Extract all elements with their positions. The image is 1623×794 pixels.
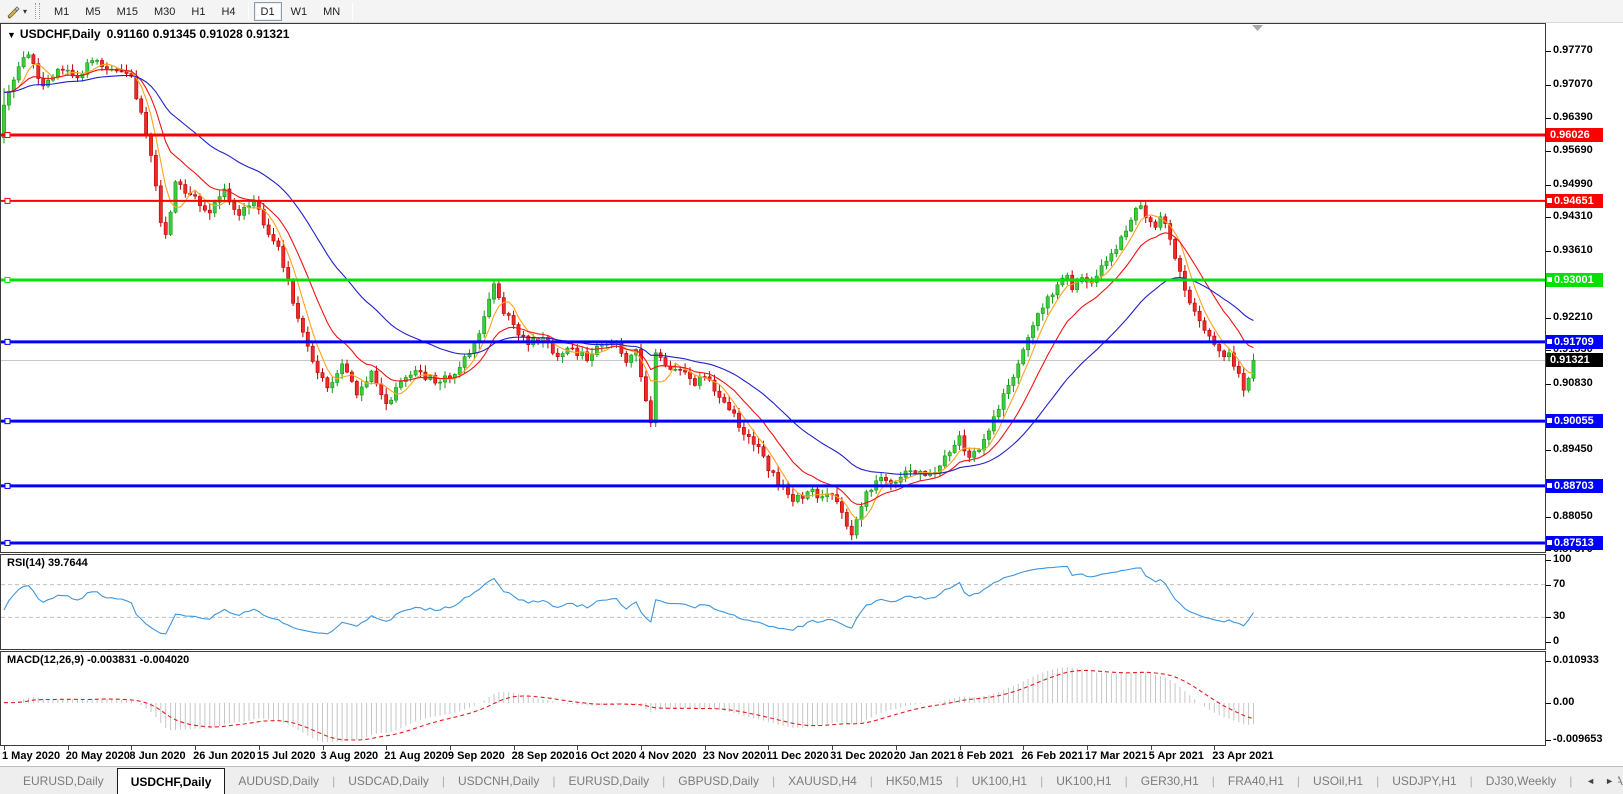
- timeframe-button-h4[interactable]: H4: [214, 2, 242, 21]
- tab-ger30-h1[interactable]: GER30,H1: [1128, 769, 1212, 793]
- date-label: 23 Nov 2020: [702, 750, 767, 762]
- chart-tabs: EURUSD,Daily USDCHF,Daily AUDUSD,Daily | USD…: [10, 767, 1623, 794]
- date-label: 20 Jan 2021: [893, 750, 956, 762]
- date-label: 3 Aug 2020: [320, 750, 379, 762]
- timeframe-button-m1[interactable]: M1: [47, 2, 76, 21]
- price-axis-label: 0.90830: [1546, 376, 1593, 389]
- candlestick-canvas[interactable]: [0, 23, 1546, 746]
- symbol-timeframe: USDCHF,Daily: [19, 27, 101, 41]
- pencil-tool-icon: [7, 5, 20, 19]
- date-label: 8 Jun 2020: [129, 750, 186, 762]
- mt4-window: ▾ M1 M5 M15 M30 H1 H4 D1 W1 MN ▼ USDCHF,Daily 0.91…: [0, 0, 1623, 794]
- toolbar-grip[interactable]: [35, 3, 41, 19]
- tab-scroll-arrows: ◄ ►: [1582, 767, 1618, 794]
- chevron-down-icon: ▾: [23, 6, 28, 16]
- price-axis-label: 0.94310: [1546, 210, 1593, 223]
- toolbar-separator: [352, 2, 354, 20]
- date-label: 4 Nov 2020: [639, 750, 697, 762]
- ohlc-values: 0.91160 0.91345 0.91028 0.91321: [106, 27, 290, 41]
- date-label: 31 Dec 2020: [830, 750, 894, 762]
- price-axis-label: 0.94990: [1546, 177, 1593, 190]
- timeframe-button-d1[interactable]: D1: [253, 1, 282, 21]
- tab-usdchf-daily[interactable]: USDCHF,Daily: [116, 767, 226, 794]
- tab-usdcnh-daily[interactable]: USDCNH,Daily: [445, 769, 552, 793]
- date-label: 8 Feb 2021: [957, 750, 1014, 762]
- current-price-badge: 0.91321: [1546, 353, 1603, 368]
- price-axis-label: 0.97070: [1546, 77, 1593, 90]
- tab-uk100-h1[interactable]: UK100,H1: [1043, 769, 1124, 793]
- tab-usoil-h1[interactable]: USOil,H1: [1300, 769, 1376, 793]
- date-label: 26 Feb 2021: [1021, 750, 1084, 762]
- toolbar-separator: [247, 2, 249, 20]
- hline-price-badge[interactable]: 0.90055: [1546, 414, 1603, 429]
- rsi-axis-label: 0: [1545, 635, 1560, 647]
- timeframe-button-mn[interactable]: MN: [316, 2, 347, 21]
- hline-price-badge[interactable]: 0.96026: [1546, 128, 1603, 142]
- tab-dj30-weekly[interactable]: DJ30,Weekly: [1473, 769, 1569, 793]
- timeframe-button-m15[interactable]: M15: [110, 2, 145, 21]
- chart-region: ▼ USDCHF,Daily 0.91160 0.91345 0.91028 0.9…: [0, 23, 1623, 764]
- rsi-axis-label: 100: [1545, 553, 1572, 565]
- timeframe-button-h1[interactable]: H1: [184, 2, 212, 21]
- date-label: 26 Jun 2020: [193, 750, 256, 762]
- tab-uk100-h1[interactable]: UK100,H1: [959, 769, 1040, 793]
- tab-scroll-left-icon[interactable]: ◄: [1586, 776, 1595, 786]
- date-label: 5 Apr 2021: [1148, 750, 1204, 762]
- price-axis-label: 0.89450: [1546, 443, 1593, 456]
- tab-xauusd-h4[interactable]: XAUUSD,H4: [775, 769, 870, 793]
- macd-axis-label: 0.010933: [1546, 654, 1599, 667]
- date-label: 28 Sep 2020: [511, 750, 575, 762]
- timeframe-button-w1[interactable]: W1: [284, 2, 315, 21]
- date-label: 23 Apr 2021: [1212, 750, 1274, 762]
- chart-title: ▼ USDCHF,Daily 0.91160 0.91345 0.91028 0.9…: [7, 27, 289, 41]
- price-axis-label: 0.92210: [1546, 310, 1593, 323]
- rsi-axis-label: 30: [1545, 610, 1566, 623]
- toolbar: ▾ M1 M5 M15 M30 H1 H4 D1 W1 MN: [0, 0, 1623, 23]
- timeframe-buttons: M1 M5 M15 M30 H1 H4 D1 W1 MN: [46, 1, 357, 21]
- rsi-axis-label: 70: [1545, 577, 1566, 590]
- tab-scroll-right-icon[interactable]: ►: [1605, 776, 1614, 786]
- date-label: 9 Sep 2020: [447, 750, 505, 762]
- draw-tool-button[interactable]: ▾: [0, 1, 33, 21]
- tab-usdcad-daily[interactable]: USDCAD,Daily: [335, 769, 442, 793]
- hline-price-badge[interactable]: 0.91709: [1546, 334, 1603, 349]
- tab-audusd-daily[interactable]: AUDUSD,Daily: [225, 769, 332, 793]
- tab-eurusd-daily[interactable]: EURUSD,Daily: [555, 769, 662, 793]
- tab-usdjpy-h1[interactable]: USDJPY,H1: [1379, 769, 1469, 793]
- tab-eurusd-daily[interactable]: EURUSD,Daily: [10, 769, 117, 793]
- macd-axis-label: -0.009653: [1546, 732, 1603, 745]
- date-label: 20 May 2020: [65, 750, 130, 762]
- date-label: 15 Jul 2020: [256, 750, 316, 762]
- timeframe-button-m5[interactable]: M5: [78, 2, 107, 21]
- price-axis[interactable]: 0.97770 0.97070 0.96390 0.95690 0.94990 0.943…: [1545, 23, 1623, 746]
- date-label: 11 Dec 2020: [766, 750, 829, 762]
- price-axis-label: 0.88050: [1546, 510, 1593, 523]
- price-axis-label: 0.97770: [1546, 44, 1593, 57]
- collapse-arrow-icon: ▼: [7, 30, 16, 40]
- price-axis-label: 0.95690: [1546, 144, 1593, 157]
- hline-price-badge[interactable]: 0.88703: [1546, 478, 1603, 493]
- date-axis[interactable]: 1 May 2020 20 May 2020 8 Jun 2020 26 Jun 20…: [0, 746, 1546, 764]
- date-label: 17 Mar 2021: [1084, 750, 1148, 762]
- chart-tabs-bar: EURUSD,Daily USDCHF,Daily AUDUSD,Daily | USD…: [0, 766, 1623, 794]
- rsi-indicator-label: RSI(14) 39.7644: [7, 557, 88, 569]
- price-axis-label: 0.93610: [1546, 243, 1593, 256]
- hline-price-badge[interactable]: 0.87513: [1546, 535, 1603, 550]
- date-label: 16 Oct 2020: [575, 750, 637, 762]
- price-axis-label: 0.96390: [1546, 110, 1593, 123]
- tab-fra40-h1[interactable]: FRA40,H1: [1215, 769, 1297, 793]
- hline-price-badge[interactable]: 0.93001: [1546, 272, 1603, 287]
- tab-gbpusd-daily[interactable]: GBPUSD,Daily: [665, 769, 772, 793]
- hline-price-badge[interactable]: 0.94651: [1546, 193, 1603, 208]
- date-label: 21 Aug 2020: [384, 750, 448, 762]
- tab-hk50-m15[interactable]: HK50,M15: [873, 769, 956, 793]
- timeframe-button-m30[interactable]: M30: [147, 2, 182, 21]
- date-label: 1 May 2020: [2, 750, 61, 762]
- macd-axis-label: 0.00: [1545, 696, 1575, 708]
- macd-indicator-label: MACD(12,26,9) -0.003831 -0.004020: [7, 654, 190, 666]
